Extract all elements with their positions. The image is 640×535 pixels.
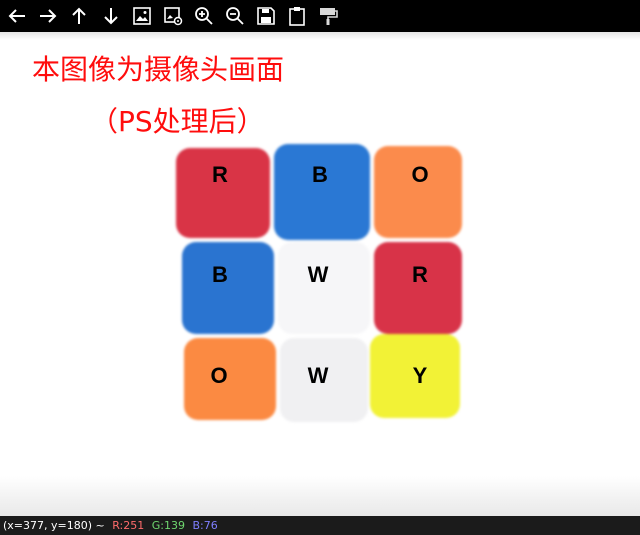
paint-roller-icon [320, 8, 338, 25]
arrow-right-icon [40, 9, 57, 23]
pixel-green-value: G:139 [151, 519, 185, 532]
up-button[interactable] [66, 3, 92, 29]
image-properties-button[interactable] [160, 3, 186, 29]
face-label-4: B [212, 262, 228, 287]
caption-line-2: （PS处理后） [90, 105, 265, 138]
sticker-3 [374, 146, 462, 238]
zoom-in-button[interactable] [191, 3, 217, 29]
face-label-3: O [411, 162, 429, 187]
image-canvas[interactable]: 本图像为摄像头画面 （PS处理后） R B O B W R O W Y [0, 32, 640, 516]
clipboard-button[interactable] [284, 3, 310, 29]
pixel-red-value: R:251 [112, 519, 145, 532]
zoom-in-icon [195, 7, 213, 25]
face-label-7: O [210, 363, 228, 388]
zoom-out-button[interactable] [222, 3, 248, 29]
sticker-6 [374, 242, 462, 334]
save-button[interactable] [253, 3, 279, 29]
arrow-left-icon [8, 9, 25, 23]
pixel-blue-value: B:76 [192, 519, 218, 532]
face-label-1: R [212, 162, 228, 187]
save-icon [257, 7, 275, 25]
image-settings-icon [164, 7, 183, 26]
zoom-out-icon [226, 7, 244, 25]
image-icon [133, 7, 151, 25]
forward-button[interactable] [35, 3, 61, 29]
caption-line-1: 本图像为摄像头画面 [32, 53, 285, 86]
down-button[interactable] [98, 3, 124, 29]
face-label-6: R [412, 262, 428, 287]
arrow-up-icon [72, 7, 86, 24]
back-button[interactable] [4, 3, 30, 29]
sticker-2 [274, 144, 370, 240]
sticker-4 [182, 242, 274, 334]
toolbar [0, 0, 640, 32]
face-label-9: Y [412, 363, 428, 388]
sticker-5 [278, 242, 370, 334]
arrow-down-icon [104, 8, 118, 25]
image-top-edge [0, 32, 640, 40]
paint-button[interactable] [315, 3, 341, 29]
cursor-coordinates: (x=377, y=180) ~ [3, 519, 105, 532]
status-bar: (x=377, y=180) ~ R:251 G:139 B:76 [0, 516, 640, 535]
face-label-5: W [307, 262, 329, 287]
image-bottom-edge [0, 476, 640, 516]
face-label-8: W [307, 363, 329, 388]
image-button[interactable] [129, 3, 155, 29]
face-label-2: B [312, 162, 328, 187]
clipboard-icon [289, 7, 305, 26]
